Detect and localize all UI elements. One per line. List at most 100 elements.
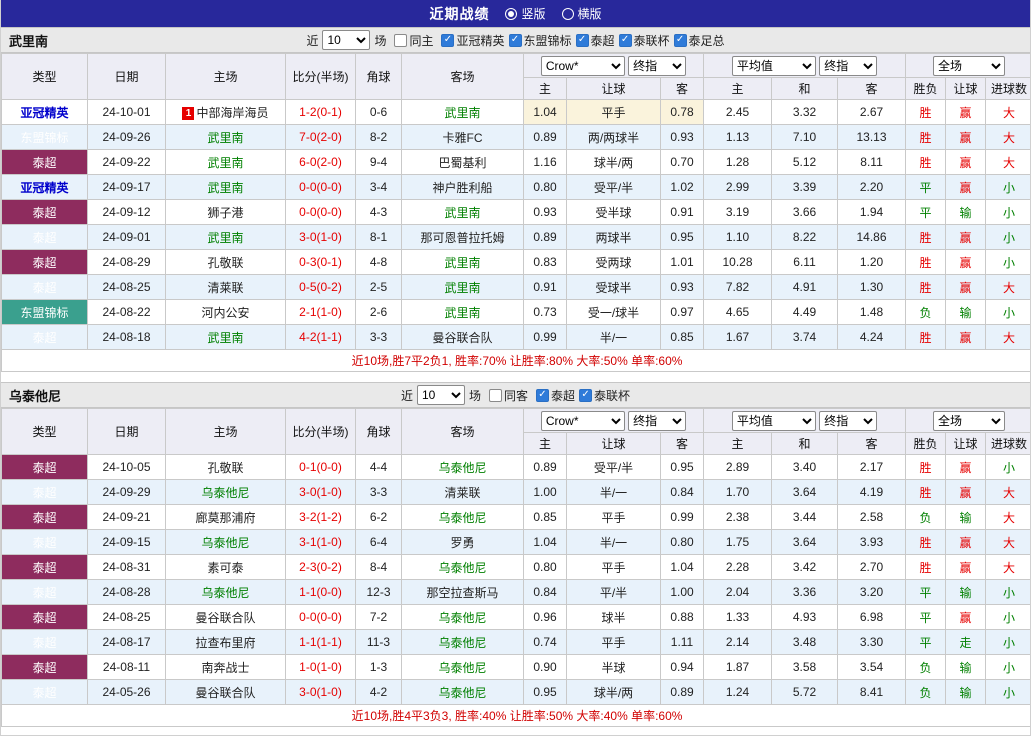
league-checkbox[interactable] — [575, 33, 589, 47]
avg-final-select[interactable]: 终指 — [819, 410, 878, 431]
league-checkbox[interactable] — [618, 33, 632, 47]
score-cell: 0-3(0-1) — [285, 249, 356, 275]
league-filter-option[interactable]: 泰超 — [575, 32, 615, 49]
home-team-cell: 拉查布里府 — [165, 629, 286, 655]
result-cell: 胜 — [905, 124, 947, 150]
match-row: 泰超 24-09-12 狮子港 0-0(0-0) 4-3 武里南 0.93 受半球 0.91 3.… — [1, 199, 1030, 225]
handicap-result-cell: 赢 — [945, 224, 987, 250]
handicap-result-cell: 输 — [945, 299, 987, 325]
league-checkbox[interactable] — [508, 33, 522, 47]
col-home: 主场 — [165, 408, 286, 455]
league-cell: 泰超 — [1, 149, 88, 175]
league-filter-option[interactable]: 东盟锦标 — [508, 32, 572, 49]
avg-draw-cell: 3.48 — [771, 629, 839, 655]
away-team-cell: 清莱联 — [401, 479, 524, 505]
avg-draw-cell: 3.64 — [771, 529, 839, 555]
handicap-cell: 半/一 — [566, 529, 661, 555]
avg-company-select[interactable]: 平均值 — [731, 410, 816, 431]
home-team-name: 中部海岸海员 — [196, 105, 269, 120]
league-filter-option[interactable]: 亚冠精英 — [441, 32, 505, 49]
same-venue-filter[interactable]: 同主 — [394, 32, 433, 49]
league-checkbox[interactable] — [673, 33, 687, 47]
sub-col-avg-draw: 和 — [771, 432, 839, 455]
sub-col-away-odds: 客 — [659, 77, 705, 100]
titlebar: 近期战绩 竖版 横版 — [1, 0, 1030, 27]
odds-final-select[interactable]: 终指 — [628, 410, 687, 431]
home-odds-cell: 1.00 — [523, 479, 567, 505]
home-odds-cell: 0.89 — [523, 124, 567, 150]
home-team-cell: 狮子港 — [165, 199, 286, 225]
odds-company-select[interactable]: Crow* — [540, 55, 625, 76]
avg-away-cell: 1.94 — [837, 199, 907, 225]
league-cell: 泰超 — [1, 529, 88, 555]
header-row-top: 类型 日期 主场 比分(半场) 角球 客场 Crow* 终指 平均值 终指 全场 — [1, 53, 1030, 100]
away-team-cell: 卡雅FC — [401, 124, 524, 150]
scope-select[interactable]: 全场 — [933, 55, 1006, 76]
filter-bar: 近 10 场 同主 亚冠精英 东盟锦标 泰超 泰联杯 泰足总 — [306, 30, 725, 50]
same-venue-filter[interactable]: 同客 — [488, 387, 528, 404]
avg-draw-cell: 5.72 — [771, 679, 839, 705]
away-odds-cell: 0.99 — [659, 504, 705, 530]
same-venue-checkbox[interactable] — [488, 388, 502, 402]
result-cell: 胜 — [905, 274, 947, 300]
vertical-radio[interactable] — [505, 7, 518, 20]
rank-badge: 1 — [182, 106, 195, 120]
scope-select-cell: 全场 — [905, 408, 1030, 433]
recent-count-select[interactable]: 10 — [416, 385, 465, 405]
layout-option-horizontal[interactable]: 横版 — [561, 5, 602, 22]
team-name: 武里南 — [9, 33, 49, 49]
league-filter-option[interactable]: 泰联杯 — [618, 32, 670, 49]
home-odds-cell: 0.90 — [523, 654, 567, 680]
handicap-cell: 受平/半 — [566, 454, 661, 480]
avg-away-cell: 8.41 — [837, 679, 907, 705]
games-label: 场 — [468, 388, 481, 403]
odds-company-select[interactable]: Crow* — [540, 410, 625, 431]
goals-result-cell: 大 — [985, 149, 1030, 175]
same-venue-checkbox[interactable] — [394, 33, 408, 47]
handicap-result-cell: 输 — [945, 504, 987, 530]
score-cell: 6-0(2-0) — [285, 149, 356, 175]
avg-draw-cell: 7.10 — [771, 124, 839, 150]
odds-final-select[interactable]: 终指 — [628, 55, 687, 76]
sub-col-avg-home: 主 — [703, 77, 773, 100]
home-team-name: 武里南 — [207, 130, 244, 145]
away-odds-cell: 0.95 — [659, 454, 705, 480]
away-team-name: 曼谷联合队 — [432, 330, 493, 345]
goals-result-cell: 小 — [985, 299, 1030, 325]
league-checkbox[interactable] — [579, 388, 593, 402]
sub-col-result: 胜负 — [905, 77, 947, 100]
layout-option-vertical[interactable]: 竖版 — [505, 5, 546, 22]
avg-company-select[interactable]: 平均值 — [731, 55, 816, 76]
avg-away-cell: 2.70 — [837, 554, 907, 580]
avg-away-cell: 2.58 — [837, 504, 907, 530]
league-filter-option[interactable]: 泰超 — [536, 387, 575, 404]
goals-result-cell: 小 — [985, 604, 1030, 630]
league-checkbox[interactable] — [441, 33, 455, 47]
home-odds-cell: 0.93 — [523, 199, 567, 225]
avg-home-cell: 2.45 — [703, 99, 773, 125]
horizontal-radio[interactable] — [561, 7, 574, 20]
same-venue-label: 同主 — [409, 33, 434, 48]
score-cell: 2-1(1-0) — [285, 299, 356, 325]
avg-away-cell: 4.24 — [837, 324, 907, 350]
odds-select-cell: Crow* 终指 — [522, 53, 705, 78]
home-team-cell: 武里南 — [165, 224, 286, 250]
home-odds-cell: 0.99 — [523, 324, 567, 350]
league-filter-option[interactable]: 泰足总 — [673, 32, 725, 49]
avg-home-cell: 2.04 — [703, 579, 773, 605]
avg-home-cell: 4.65 — [703, 299, 773, 325]
score-cell: 4-2(1-1) — [285, 324, 356, 350]
recent-count-select[interactable]: 10 — [322, 30, 371, 50]
avg-away-cell: 1.30 — [837, 274, 907, 300]
scope-select[interactable]: 全场 — [933, 410, 1006, 431]
avg-away-cell: 3.54 — [837, 654, 907, 680]
avg-home-cell: 1.70 — [703, 479, 773, 505]
league-filter-option[interactable]: 泰联杯 — [579, 387, 630, 404]
handicap-result-cell: 赢 — [945, 529, 987, 555]
league-checkbox[interactable] — [536, 388, 549, 402]
date-cell: 24-08-18 — [87, 324, 166, 350]
avg-draw-cell: 3.66 — [771, 199, 839, 225]
match-row: 亚冠精英 24-10-01 1 中部海岸海员 1-2(0-1) 0-6 武里南 1.04 平手 0… — [1, 99, 1030, 125]
avg-final-select[interactable]: 终指 — [819, 55, 878, 76]
away-odds-cell: 0.84 — [659, 479, 705, 505]
